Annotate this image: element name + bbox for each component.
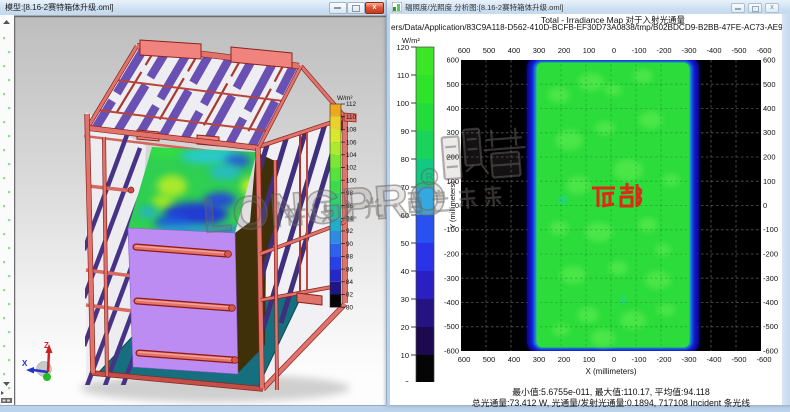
svg-text:X (millimeters): X (millimeters) <box>585 367 636 376</box>
svg-text:400: 400 <box>763 104 776 113</box>
svg-text:-500: -500 <box>731 46 746 55</box>
svg-text:-500: -500 <box>763 322 778 331</box>
svg-text:110: 110 <box>346 114 357 121</box>
svg-text:-100: -100 <box>631 355 646 364</box>
svg-text:88: 88 <box>346 254 354 261</box>
svg-text:-400: -400 <box>763 298 778 307</box>
svg-text:-500: -500 <box>444 322 459 331</box>
svg-text:90: 90 <box>346 241 354 248</box>
svg-text:100: 100 <box>346 177 357 184</box>
svg-text:-600: -600 <box>756 355 771 364</box>
svg-text:500: 500 <box>446 80 459 89</box>
svg-text:-100: -100 <box>763 225 778 234</box>
svg-text:600: 600 <box>446 56 459 65</box>
svg-text:300: 300 <box>446 128 459 137</box>
svg-text:200: 200 <box>446 153 459 162</box>
svg-text:-400: -400 <box>444 298 459 307</box>
svg-text:120: 120 <box>396 43 409 52</box>
svg-text:110: 110 <box>397 71 409 80</box>
svg-text:600: 600 <box>763 56 776 65</box>
svg-text:300: 300 <box>533 355 546 364</box>
svg-text:96: 96 <box>346 203 354 210</box>
svg-text:200: 200 <box>558 355 571 364</box>
svg-text:20: 20 <box>401 323 409 332</box>
svg-text:84: 84 <box>346 279 354 286</box>
svg-text:-400: -400 <box>706 355 721 364</box>
svg-text:80: 80 <box>346 304 354 311</box>
svg-text:106: 106 <box>346 139 357 146</box>
svg-text:100: 100 <box>763 177 776 186</box>
svg-text:-200: -200 <box>656 46 671 55</box>
svg-text:100: 100 <box>446 177 459 186</box>
svg-text:10: 10 <box>401 351 409 360</box>
svg-text:200: 200 <box>558 46 571 55</box>
svg-text:104: 104 <box>346 152 357 159</box>
svg-text:300: 300 <box>533 46 546 55</box>
svg-text:40: 40 <box>401 267 409 276</box>
svg-text:-600: -600 <box>756 46 771 55</box>
svg-text:500: 500 <box>763 80 776 89</box>
svg-text:-100: -100 <box>631 46 646 55</box>
svg-text:600: 600 <box>458 355 471 364</box>
svg-text:98: 98 <box>346 190 354 197</box>
svg-text:Z: Z <box>44 341 49 350</box>
svg-text:-200: -200 <box>656 355 671 364</box>
svg-text:500: 500 <box>483 46 496 55</box>
svg-text:400: 400 <box>446 104 459 113</box>
svg-text:-600: -600 <box>763 347 778 356</box>
svg-text:112: 112 <box>346 101 357 108</box>
svg-text:-600: -600 <box>444 347 459 356</box>
svg-text:-300: -300 <box>444 274 459 283</box>
svg-text:-300: -300 <box>681 46 696 55</box>
svg-text:80: 80 <box>401 155 409 164</box>
svg-text:200: 200 <box>763 153 776 162</box>
svg-text:30: 30 <box>401 295 409 304</box>
svg-text:60: 60 <box>401 211 409 220</box>
svg-text:0: 0 <box>612 355 616 364</box>
svg-text:-300: -300 <box>681 355 696 364</box>
svg-text:92: 92 <box>346 228 354 235</box>
svg-text:102: 102 <box>346 165 357 172</box>
svg-text:0: 0 <box>405 379 409 382</box>
svg-text:400: 400 <box>508 46 521 55</box>
svg-text:500: 500 <box>483 355 496 364</box>
svg-text:-100: -100 <box>444 225 459 234</box>
svg-text:94: 94 <box>346 216 354 223</box>
svg-text:600: 600 <box>458 46 471 55</box>
svg-text:108: 108 <box>346 127 357 134</box>
svg-text:0: 0 <box>612 46 616 55</box>
svg-text:50: 50 <box>401 239 409 248</box>
svg-text:0: 0 <box>455 201 459 210</box>
svg-text:400: 400 <box>508 355 521 364</box>
svg-text:100: 100 <box>583 46 596 55</box>
svg-text:0: 0 <box>763 201 767 210</box>
svg-text:-300: -300 <box>763 274 778 283</box>
svg-text:-200: -200 <box>763 250 778 259</box>
svg-text:-200: -200 <box>444 250 459 259</box>
svg-text:90: 90 <box>401 127 409 136</box>
svg-text:86: 86 <box>346 266 354 273</box>
svg-text:100: 100 <box>583 355 596 364</box>
svg-text:300: 300 <box>763 128 776 137</box>
svg-text:-400: -400 <box>706 46 721 55</box>
svg-text:X: X <box>22 359 28 368</box>
svg-text:100: 100 <box>396 99 409 108</box>
svg-text:82: 82 <box>346 292 354 299</box>
svg-text:70: 70 <box>401 183 409 192</box>
svg-text:-500: -500 <box>731 355 746 364</box>
